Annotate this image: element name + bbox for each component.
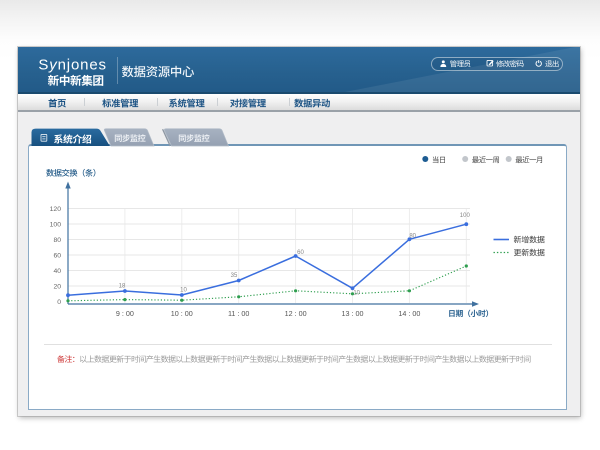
svg-text:13 : 00: 13 : 00 [342,309,364,318]
svg-text:Synjones: Synjones [38,56,107,73]
svg-text:10: 10 [353,291,360,297]
svg-text:60: 60 [297,250,304,256]
svg-text:11 : 00: 11 : 00 [228,309,249,318]
svg-text:80: 80 [409,234,416,240]
svg-text:20: 20 [53,284,61,291]
svg-text:12 : 00: 12 : 00 [285,309,307,318]
svg-text:60: 60 [53,253,61,260]
svg-text:35: 35 [231,273,238,279]
svg-text:80: 80 [53,237,61,244]
svg-text:0: 0 [57,299,61,306]
svg-text:14 : 00: 14 : 00 [398,309,420,318]
svg-text:18: 18 [119,284,126,290]
svg-text:100: 100 [50,222,62,229]
svg-text:9 : 00: 9 : 00 [116,309,134,318]
svg-text:100: 100 [460,213,471,219]
svg-text:10 : 00: 10 : 00 [171,309,193,318]
svg-text:40: 40 [53,268,61,275]
svg-text:10: 10 [180,288,187,294]
svg-text:120: 120 [50,206,62,213]
